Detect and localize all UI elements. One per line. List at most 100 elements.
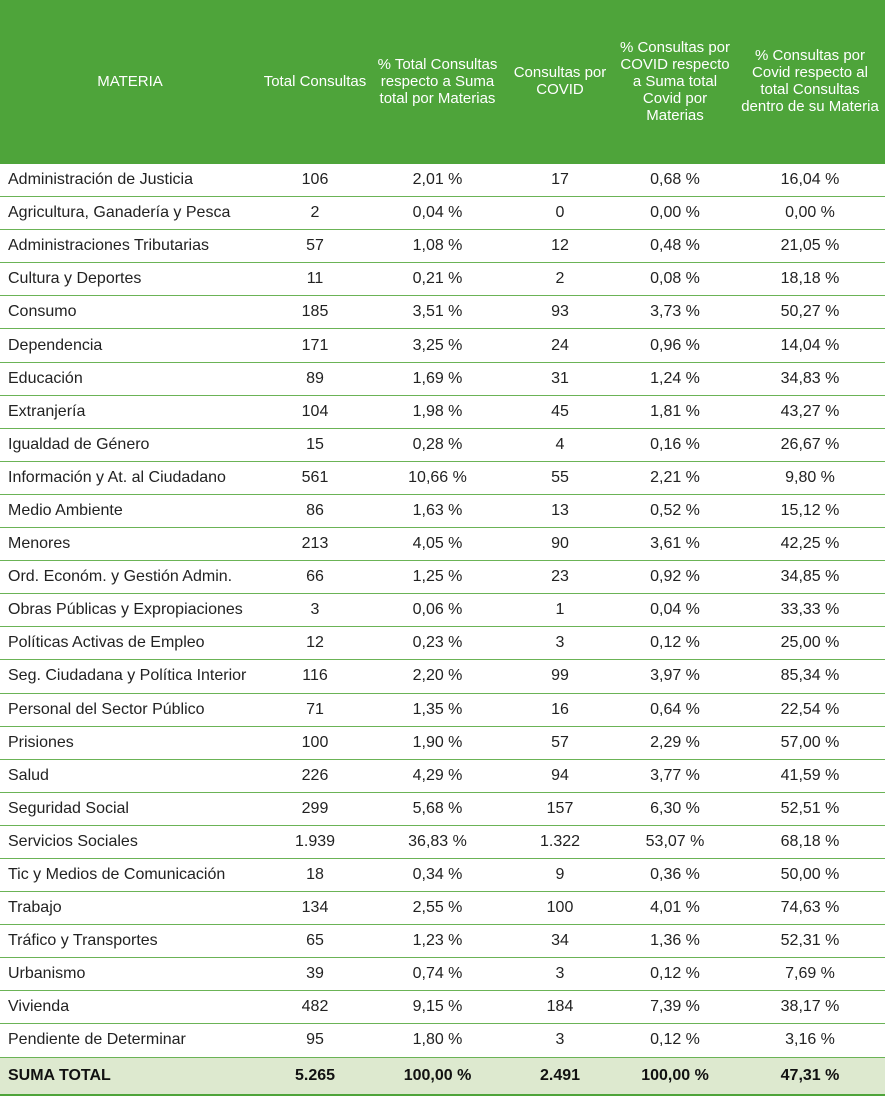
total-row: SUMA TOTAL 5.265 100,00 % 2.491 100,00 %…	[0, 1056, 885, 1096]
consultas-covid-cell: 34	[505, 924, 615, 959]
pct-covid-cell: 3,77 %	[615, 759, 735, 793]
pct-covid-cell: 3,61 %	[615, 527, 735, 562]
total-pct-covid: 100,00 %	[615, 1056, 735, 1096]
pct-materia-cell: 25,00 %	[735, 626, 885, 661]
header-consultas-covid: Consultas por COVID	[505, 0, 615, 164]
pct-total-cell: 2,01 %	[370, 163, 505, 198]
pct-covid-cell: 2,21 %	[615, 461, 735, 495]
pct-materia-cell: 41,59 %	[735, 759, 885, 793]
pct-total-cell: 4,29 %	[370, 759, 505, 793]
consultas-covid-cell: 2	[505, 262, 615, 297]
materia-cell: Seguridad Social	[0, 792, 260, 826]
pct-materia-cell: 3,16 %	[735, 1023, 885, 1058]
consultas-covid-cell: 3	[505, 1023, 615, 1058]
pct-covid-cell: 0,04 %	[615, 593, 735, 628]
pct-materia-cell: 22,54 %	[735, 693, 885, 727]
materia-cell: Educación	[0, 362, 260, 396]
pct-materia-cell: 14,04 %	[735, 328, 885, 363]
pct-materia-cell: 0,00 %	[735, 196, 885, 231]
consultas-covid-cell: 45	[505, 395, 615, 429]
pct-materia-cell: 15,12 %	[735, 494, 885, 529]
table-row: Igualdad de Género 15 0,28 % 4 0,16 % 26,67 %	[0, 428, 885, 462]
pct-total-cell: 1,08 %	[370, 229, 505, 264]
header-pct-materia: % Consultas por Covid respecto al total …	[735, 0, 885, 164]
table-row: Seg. Ciudadana y Política Interior 116 2,2…	[0, 659, 885, 694]
pct-covid-cell: 0,92 %	[615, 560, 735, 595]
table-body: Administración de Justicia 106 2,01 % 17 0,6…	[0, 163, 885, 1058]
materia-cell: Seg. Ciudadana y Política Interior	[0, 659, 260, 694]
total-consultas-cell: 106	[260, 163, 370, 198]
pct-materia-cell: 57,00 %	[735, 726, 885, 760]
header-pct-covid: % Consultas por COVID respecto a Suma to…	[615, 0, 735, 164]
consultas-covid-cell: 3	[505, 626, 615, 661]
pct-materia-cell: 52,51 %	[735, 792, 885, 826]
table-row: Seguridad Social 299 5,68 % 157 6,30 % 52,51 …	[0, 792, 885, 826]
pct-total-cell: 0,23 %	[370, 626, 505, 661]
consultas-covid-cell: 16	[505, 693, 615, 727]
pct-covid-cell: 0,36 %	[615, 858, 735, 893]
materia-cell: Urbanismo	[0, 957, 260, 992]
consultas-covid-cell: 157	[505, 792, 615, 826]
pct-total-cell: 36,83 %	[370, 825, 505, 859]
total-consultas-cell: 482	[260, 990, 370, 1025]
table-footer: SUMA TOTAL 5.265 100,00 % 2.491 100,00 %…	[0, 1056, 885, 1096]
total-consultas-cell: 12	[260, 626, 370, 661]
total-consultas-cell: 116	[260, 659, 370, 694]
pct-materia-cell: 50,00 %	[735, 858, 885, 893]
pct-total-cell: 1,69 %	[370, 362, 505, 396]
pct-total-cell: 0,74 %	[370, 957, 505, 992]
table-row: Medio Ambiente 86 1,63 % 13 0,52 % 15,12 %	[0, 494, 885, 529]
pct-covid-cell: 0,68 %	[615, 163, 735, 198]
consultas-covid-cell: 24	[505, 328, 615, 363]
pct-materia-cell: 68,18 %	[735, 825, 885, 859]
materia-cell: Servicios Sociales	[0, 825, 260, 859]
pct-materia-cell: 50,27 %	[735, 295, 885, 330]
table-row: Educación 89 1,69 % 31 1,24 % 34,83 %	[0, 362, 885, 396]
pct-total-cell: 1,98 %	[370, 395, 505, 429]
consultas-covid-cell: 4	[505, 428, 615, 462]
materia-cell: Cultura y Deportes	[0, 262, 260, 297]
materia-cell: Administración de Justicia	[0, 163, 260, 198]
table-row: Cultura y Deportes 11 0,21 % 2 0,08 % 18,18 %	[0, 262, 885, 297]
pct-total-cell: 0,34 %	[370, 858, 505, 893]
materia-cell: Menores	[0, 527, 260, 562]
table-row: Pendiente de Determinar 95 1,80 % 3 0,12 % 3,…	[0, 1023, 885, 1058]
pct-covid-cell: 4,01 %	[615, 891, 735, 926]
total-label: SUMA TOTAL	[0, 1056, 260, 1096]
pct-covid-cell: 7,39 %	[615, 990, 735, 1025]
pct-covid-cell: 6,30 %	[615, 792, 735, 826]
table-row: Trabajo 134 2,55 % 100 4,01 % 74,63 %	[0, 891, 885, 926]
total-consultas-cell: 66	[260, 560, 370, 595]
total-consultas-cell: 65	[260, 924, 370, 959]
consultas-table: MATERIA Total Consultas % Total Consulta…	[0, 0, 885, 1096]
consultas-covid-cell: 100	[505, 891, 615, 926]
total-consultas-cell: 57	[260, 229, 370, 264]
consultas-covid-cell: 93	[505, 295, 615, 330]
total-consultas-cell: 299	[260, 792, 370, 826]
table-row: Obras Públicas y Expropiaciones 3 0,06 % 1 0…	[0, 593, 885, 628]
consultas-covid-cell: 99	[505, 659, 615, 694]
pct-materia-cell: 42,25 %	[735, 527, 885, 562]
materia-cell: Prisiones	[0, 726, 260, 760]
pct-total-cell: 9,15 %	[370, 990, 505, 1025]
pct-covid-cell: 0,16 %	[615, 428, 735, 462]
pct-total-cell: 3,25 %	[370, 328, 505, 363]
table-row: Personal del Sector Público 71 1,35 % 16 0,6…	[0, 693, 885, 727]
pct-materia-cell: 34,85 %	[735, 560, 885, 595]
total-consultas: 5.265	[260, 1056, 370, 1096]
materia-cell: Igualdad de Género	[0, 428, 260, 462]
total-consultas-cell: 2	[260, 196, 370, 231]
pct-total-cell: 1,63 %	[370, 494, 505, 529]
materia-cell: Consumo	[0, 295, 260, 330]
total-consultas-cell: 171	[260, 328, 370, 363]
total-consultas-cell: 11	[260, 262, 370, 297]
table-row: Tráfico y Transportes 65 1,23 % 34 1,36 % 52,…	[0, 924, 885, 959]
table-row: Dependencia 171 3,25 % 24 0,96 % 14,04 %	[0, 328, 885, 363]
pct-total-cell: 10,66 %	[370, 461, 505, 495]
pct-covid-cell: 0,00 %	[615, 196, 735, 231]
materia-cell: Tic y Medios de Comunicación	[0, 858, 260, 893]
total-consultas-cell: 104	[260, 395, 370, 429]
total-pct: 100,00 %	[370, 1056, 505, 1096]
materia-cell: Pendiente de Determinar	[0, 1023, 260, 1058]
table-row: Políticas Activas de Empleo 12 0,23 % 3 0,12…	[0, 626, 885, 661]
